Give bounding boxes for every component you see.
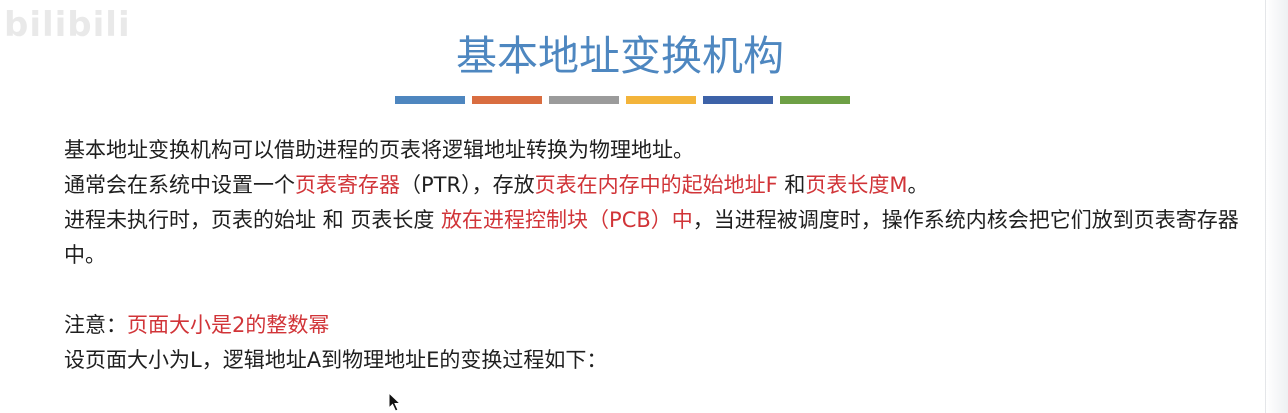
paragraph-transform: 设页面大小为L，逻辑地址A到物理地址E的变换过程如下： [64,348,608,372]
text-segment: 进程未执行时，页表的始址 和 页表长度 [64,208,442,232]
highlight-page-size: 页面大小是2的整数幂 [127,313,330,337]
note-label: 注意： [64,313,127,337]
text-segment: 和 [777,173,806,197]
paragraph-pcb: 进程未执行时，页表的始址 和 页表长度 放在进程控制块（PCB）中，当进程被调度… [64,203,1254,273]
paragraph-ptr: 通常会在系统中设置一个页表寄存器（PTR），存放页表在内存中的起始地址F 和页表… [64,168,1254,203]
mouse-pointer-icon [388,392,402,412]
divider-bar [472,96,542,104]
slide-title: 基本地址变换机构 [456,32,784,80]
paragraph-note: 注意：页面大小是2的整数幂 [64,308,1254,343]
text-segment: 通常会在系统中设置一个 [64,173,295,197]
divider-bar [395,96,465,104]
window-right-edge [1265,0,1288,413]
divider-bar [549,96,619,104]
highlight-table-length: 页表长度M [805,173,908,197]
text-segment: 。 [907,173,929,197]
text-segment: （PTR），存放 [400,173,535,197]
title-divider [395,96,850,104]
paragraph-intro: 基本地址变换机构可以借助进程的页表将逻辑地址转换为物理地址。 [64,138,694,162]
highlight-pcb: 放在进程控制块（PCB）中 [441,208,693,232]
divider-bar [626,96,696,104]
highlight-start-address: 页表在内存中的起始地址F [534,173,778,197]
divider-bar [780,96,850,104]
highlight-ptr: 页表寄存器 [295,173,400,197]
divider-bar [703,96,773,104]
slide-body: 基本地址变换机构可以借助进程的页表将逻辑地址转换为物理地址。 通常会在系统中设置… [64,133,1254,378]
